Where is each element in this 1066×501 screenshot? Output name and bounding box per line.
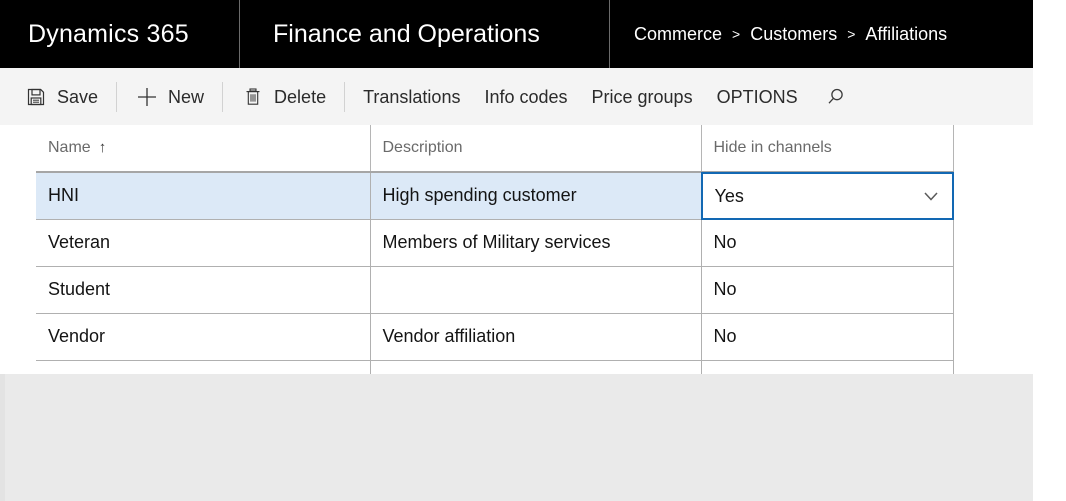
breadcrumb: Commerce > Customers > Affiliations (610, 24, 947, 45)
hide-in-channels-value: Yes (714, 185, 744, 206)
cell-description[interactable]: Vendor affiliation (370, 313, 702, 361)
grid-header-row: Name ↑ Description Hide in channels (36, 125, 954, 173)
plus-icon (135, 85, 159, 109)
chevron-down-icon[interactable] (920, 185, 942, 207)
cell-name[interactable]: Veteran (36, 219, 371, 267)
info-codes-button-label: Info codes (484, 86, 568, 107)
price-groups-button[interactable]: Price groups (580, 78, 705, 116)
cell-name-empty (36, 360, 371, 374)
cell-name[interactable]: HNI (36, 172, 371, 220)
breadcrumb-item-commerce[interactable]: Commerce (634, 24, 722, 45)
table-row[interactable]: Veteran Members of Military services No (36, 219, 954, 267)
cell-name[interactable]: Student (36, 266, 371, 314)
cell-description[interactable] (370, 266, 702, 314)
cell-description[interactable]: High spending customer (370, 172, 702, 220)
column-header-hide-in-channels[interactable]: Hide in channels (701, 125, 954, 173)
breadcrumb-separator-2: > (847, 26, 856, 42)
options-button-label: OPTIONS (716, 86, 798, 107)
dynamics-365-window: Dynamics 365 Finance and Operations Comm… (0, 0, 1066, 501)
price-groups-button-label: Price groups (591, 86, 693, 107)
hide-in-channels-dropdown[interactable]: Yes (700, 172, 954, 220)
column-header-hide-in-channels-label: Hide in channels (713, 139, 832, 156)
translations-button-label: Translations (363, 86, 461, 107)
new-button[interactable]: New (123, 78, 216, 116)
cell-description[interactable]: Members of Military services (370, 219, 702, 267)
breadcrumb-item-customers[interactable]: Customers (750, 24, 837, 45)
cell-hide-in-channels[interactable]: No (701, 266, 954, 314)
command-separator-2 (222, 82, 224, 112)
cell-hide-in-channels[interactable]: Yes (700, 172, 954, 220)
command-bar: Save New Delete Translations Info codes … (0, 68, 1033, 127)
table-row[interactable]: HNI High spending customer Yes (36, 172, 954, 220)
command-bar-search-button[interactable] (810, 78, 862, 116)
save-button[interactable]: Save (12, 78, 110, 116)
module-name-label[interactable]: Finance and Operations (240, 20, 609, 49)
cell-hide-in-channels-empty (701, 360, 954, 374)
sort-ascending-icon: ↑ (98, 139, 107, 156)
save-button-label: Save (57, 86, 99, 107)
breadcrumb-separator-1: > (732, 26, 741, 42)
save-icon (24, 85, 48, 109)
cell-description-empty (370, 360, 702, 374)
command-separator-1 (116, 82, 118, 112)
table-row[interactable]: Student No (36, 266, 954, 314)
new-button-label: New (168, 86, 205, 107)
delete-button[interactable]: Delete (229, 78, 338, 116)
cell-hide-in-channels[interactable]: No (701, 313, 954, 361)
cell-hide-in-channels[interactable]: No (701, 219, 954, 267)
column-header-description[interactable]: Description (370, 125, 702, 173)
command-separator-3 (344, 82, 346, 112)
translations-button[interactable]: Translations (351, 78, 472, 116)
column-header-description-label: Description (382, 139, 463, 156)
search-icon (824, 85, 848, 109)
top-navigation-bar: Dynamics 365 Finance and Operations Comm… (0, 0, 1033, 68)
table-row[interactable]: Vendor Vendor affiliation No (36, 313, 954, 361)
affiliations-grid: Name ↑ Description Hide in channels HNI H… (36, 125, 954, 374)
info-codes-button[interactable]: Info codes (472, 78, 579, 116)
delete-button-label: Delete (274, 86, 327, 107)
column-header-name-label: Name (48, 139, 91, 156)
options-button[interactable]: OPTIONS (705, 78, 810, 116)
product-brand-label[interactable]: Dynamics 365 (0, 20, 239, 49)
breadcrumb-item-affiliations[interactable]: Affiliations (865, 24, 947, 45)
table-row-partial (36, 360, 954, 374)
affiliations-grid-area: Name ↑ Description Hide in channels HNI H… (0, 125, 1066, 374)
column-header-name[interactable]: Name ↑ (36, 125, 371, 173)
trash-icon (241, 85, 265, 109)
cell-name[interactable]: Vendor (36, 313, 371, 361)
